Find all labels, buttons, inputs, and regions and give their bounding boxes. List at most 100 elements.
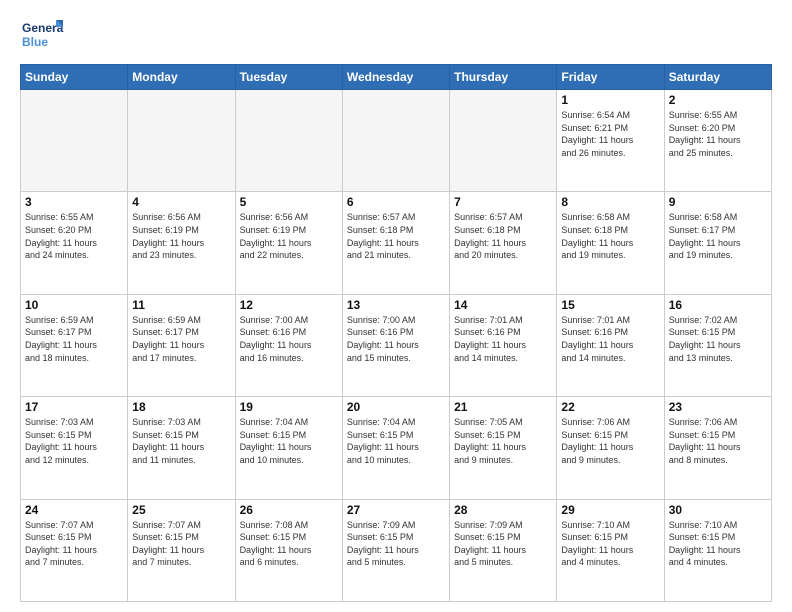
col-header-tuesday: Tuesday [235, 65, 342, 90]
day-number: 6 [347, 195, 445, 209]
day-info: Sunrise: 6:59 AM Sunset: 6:17 PM Dayligh… [132, 314, 230, 364]
col-header-wednesday: Wednesday [342, 65, 449, 90]
day-info: Sunrise: 7:05 AM Sunset: 6:15 PM Dayligh… [454, 416, 552, 466]
day-number: 23 [669, 400, 767, 414]
day-cell: 2 Sunrise: 6:55 AM Sunset: 6:20 PM Daylig… [664, 90, 771, 192]
day-number: 4 [132, 195, 230, 209]
header-row: SundayMondayTuesdayWednesdayThursdayFrid… [21, 65, 772, 90]
day-number: 21 [454, 400, 552, 414]
day-info: Sunrise: 6:55 AM Sunset: 6:20 PM Dayligh… [25, 211, 123, 261]
day-cell [235, 90, 342, 192]
day-cell [450, 90, 557, 192]
col-header-friday: Friday [557, 65, 664, 90]
week-row-2: 3 Sunrise: 6:55 AM Sunset: 6:20 PM Daylig… [21, 192, 772, 294]
day-cell: 12 Sunrise: 7:00 AM Sunset: 6:16 PM Dayli… [235, 294, 342, 396]
day-number: 12 [240, 298, 338, 312]
day-info: Sunrise: 7:04 AM Sunset: 6:15 PM Dayligh… [347, 416, 445, 466]
day-info: Sunrise: 6:56 AM Sunset: 6:19 PM Dayligh… [240, 211, 338, 261]
day-number: 10 [25, 298, 123, 312]
day-cell: 18Sunrise: 7:03 AM Sunset: 6:15 PM Dayli… [128, 397, 235, 499]
day-info: Sunrise: 6:56 AM Sunset: 6:19 PM Dayligh… [132, 211, 230, 261]
day-number: 22 [561, 400, 659, 414]
day-number: 26 [240, 503, 338, 517]
week-row-5: 24 Sunrise: 7:07 AM Sunset: 6:15 PM Dayli… [21, 499, 772, 601]
day-cell [21, 90, 128, 192]
day-number: 7 [454, 195, 552, 209]
week-row-3: 10 Sunrise: 6:59 AM Sunset: 6:17 PM Dayli… [21, 294, 772, 396]
col-header-sunday: Sunday [21, 65, 128, 90]
day-number: 28 [454, 503, 552, 517]
day-cell: 10 Sunrise: 6:59 AM Sunset: 6:17 PM Dayli… [21, 294, 128, 396]
day-cell: 21 Sunrise: 7:05 AM Sunset: 6:15 PM Dayli… [450, 397, 557, 499]
day-cell: 26 Sunrise: 7:08 AM Sunset: 6:15 PM Dayli… [235, 499, 342, 601]
day-number: 27 [347, 503, 445, 517]
col-header-saturday: Saturday [664, 65, 771, 90]
day-cell: 7 Sunrise: 6:57 AM Sunset: 6:18 PM Daylig… [450, 192, 557, 294]
day-cell: 23Sunrise: 7:06 AM Sunset: 6:15 PM Dayli… [664, 397, 771, 499]
day-info: Sunrise: 7:09 AM Sunset: 6:15 PM Dayligh… [347, 519, 445, 569]
day-cell: 1 Sunrise: 6:54 AM Sunset: 6:21 PM Daylig… [557, 90, 664, 192]
day-info: Sunrise: 7:04 AM Sunset: 6:15 PM Dayligh… [240, 416, 338, 466]
day-cell: 9 Sunrise: 6:58 AM Sunset: 6:17 PM Daylig… [664, 192, 771, 294]
day-number: 2 [669, 93, 767, 107]
day-number: 24 [25, 503, 123, 517]
day-info: Sunrise: 6:59 AM Sunset: 6:17 PM Dayligh… [25, 314, 123, 364]
day-cell: 28Sunrise: 7:09 AM Sunset: 6:15 PM Dayli… [450, 499, 557, 601]
day-info: Sunrise: 6:54 AM Sunset: 6:21 PM Dayligh… [561, 109, 659, 159]
day-cell: 5 Sunrise: 6:56 AM Sunset: 6:19 PM Daylig… [235, 192, 342, 294]
week-row-4: 17 Sunrise: 7:03 AM Sunset: 6:15 PM Dayli… [21, 397, 772, 499]
day-cell: 24 Sunrise: 7:07 AM Sunset: 6:15 PM Dayli… [21, 499, 128, 601]
day-cell: 27 Sunrise: 7:09 AM Sunset: 6:15 PM Dayli… [342, 499, 449, 601]
day-cell [128, 90, 235, 192]
header: General Blue [20, 16, 772, 56]
day-cell: 25 Sunrise: 7:07 AM Sunset: 6:15 PM Dayli… [128, 499, 235, 601]
page: General Blue SundayMondayTuesdayWednesda… [0, 0, 792, 612]
day-cell: 20 Sunrise: 7:04 AM Sunset: 6:15 PM Dayli… [342, 397, 449, 499]
day-info: Sunrise: 7:00 AM Sunset: 6:16 PM Dayligh… [347, 314, 445, 364]
day-info: Sunrise: 6:58 AM Sunset: 6:17 PM Dayligh… [669, 211, 767, 261]
day-cell: 6 Sunrise: 6:57 AM Sunset: 6:18 PM Daylig… [342, 192, 449, 294]
day-info: Sunrise: 7:08 AM Sunset: 6:15 PM Dayligh… [240, 519, 338, 569]
day-info: Sunrise: 7:02 AM Sunset: 6:15 PM Dayligh… [669, 314, 767, 364]
day-cell: 4 Sunrise: 6:56 AM Sunset: 6:19 PM Daylig… [128, 192, 235, 294]
day-number: 20 [347, 400, 445, 414]
day-number: 15 [561, 298, 659, 312]
day-info: Sunrise: 7:07 AM Sunset: 6:15 PM Dayligh… [25, 519, 123, 569]
day-info: Sunrise: 7:10 AM Sunset: 6:15 PM Dayligh… [561, 519, 659, 569]
day-number: 25 [132, 503, 230, 517]
day-number: 5 [240, 195, 338, 209]
day-info: Sunrise: 6:57 AM Sunset: 6:18 PM Dayligh… [347, 211, 445, 261]
day-cell: 13 Sunrise: 7:00 AM Sunset: 6:16 PM Dayli… [342, 294, 449, 396]
day-number: 18 [132, 400, 230, 414]
day-info: Sunrise: 7:10 AM Sunset: 6:15 PM Dayligh… [669, 519, 767, 569]
day-cell: 19 Sunrise: 7:04 AM Sunset: 6:15 PM Dayli… [235, 397, 342, 499]
day-number: 11 [132, 298, 230, 312]
day-info: Sunrise: 7:03 AM Sunset: 6:15 PM Dayligh… [25, 416, 123, 466]
day-cell: 30Sunrise: 7:10 AM Sunset: 6:15 PM Dayli… [664, 499, 771, 601]
day-info: Sunrise: 7:06 AM Sunset: 6:15 PM Dayligh… [561, 416, 659, 466]
week-row-1: 1 Sunrise: 6:54 AM Sunset: 6:21 PM Daylig… [21, 90, 772, 192]
calendar-table: SundayMondayTuesdayWednesdayThursdayFrid… [20, 64, 772, 602]
day-number: 8 [561, 195, 659, 209]
day-cell: 29 Sunrise: 7:10 AM Sunset: 6:15 PM Dayli… [557, 499, 664, 601]
day-number: 13 [347, 298, 445, 312]
day-info: Sunrise: 6:55 AM Sunset: 6:20 PM Dayligh… [669, 109, 767, 159]
day-cell: 3 Sunrise: 6:55 AM Sunset: 6:20 PM Daylig… [21, 192, 128, 294]
day-info: Sunrise: 7:07 AM Sunset: 6:15 PM Dayligh… [132, 519, 230, 569]
day-number: 19 [240, 400, 338, 414]
day-cell: 17 Sunrise: 7:03 AM Sunset: 6:15 PM Dayli… [21, 397, 128, 499]
day-info: Sunrise: 6:57 AM Sunset: 6:18 PM Dayligh… [454, 211, 552, 261]
day-info: Sunrise: 7:00 AM Sunset: 6:16 PM Dayligh… [240, 314, 338, 364]
day-number: 14 [454, 298, 552, 312]
day-number: 3 [25, 195, 123, 209]
day-cell: 14 Sunrise: 7:01 AM Sunset: 6:16 PM Dayli… [450, 294, 557, 396]
day-number: 1 [561, 93, 659, 107]
day-cell: 11 Sunrise: 6:59 AM Sunset: 6:17 PM Dayli… [128, 294, 235, 396]
day-number: 9 [669, 195, 767, 209]
day-number: 16 [669, 298, 767, 312]
day-number: 29 [561, 503, 659, 517]
day-cell [342, 90, 449, 192]
day-info: Sunrise: 6:58 AM Sunset: 6:18 PM Dayligh… [561, 211, 659, 261]
day-info: Sunrise: 7:01 AM Sunset: 6:16 PM Dayligh… [454, 314, 552, 364]
day-number: 17 [25, 400, 123, 414]
